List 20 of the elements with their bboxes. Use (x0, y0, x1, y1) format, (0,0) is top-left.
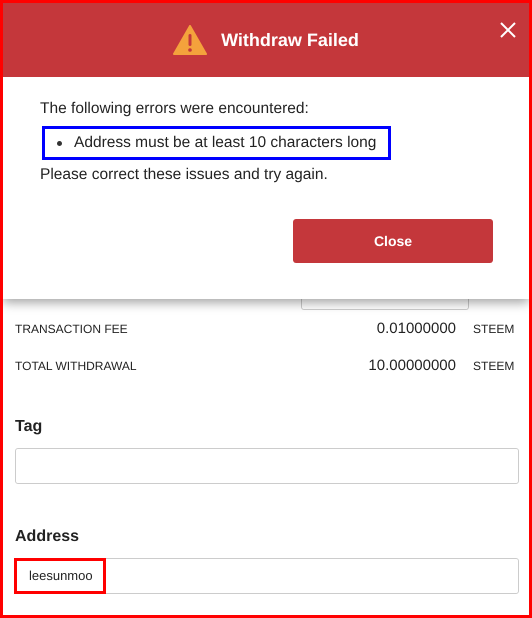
currency-label: STEEM (473, 322, 516, 336)
field-label: Address (15, 528, 80, 546)
close-icon[interactable] (500, 22, 516, 38)
close-button[interactable]: Close (293, 219, 493, 263)
error-text: Address must be at least 10 characters long (74, 133, 376, 153)
dialog-title: Withdraw Failed (221, 30, 359, 50)
summary-amount: 10.00000000 (368, 357, 456, 374)
summary-label: TOTAL WITHDRAWAL (15, 358, 138, 372)
input-field[interactable] (301, 299, 469, 310)
input-value: leesunmoo (14, 558, 106, 594)
error-intro: The following errors were encountered: (40, 99, 310, 119)
error-outro: Please correct these issues and try again. (40, 165, 329, 185)
input-field[interactable] (15, 448, 519, 484)
field-label: Tag (15, 418, 44, 436)
bullet-icon (57, 140, 62, 146)
input-field[interactable]: leesunmoo (15, 558, 519, 594)
summary-amount: 0.01000000 (376, 320, 456, 337)
warning-icon (173, 25, 208, 55)
currency-label: STEEM (473, 358, 516, 372)
summary-label: TRANSACTION FEE (15, 322, 129, 336)
